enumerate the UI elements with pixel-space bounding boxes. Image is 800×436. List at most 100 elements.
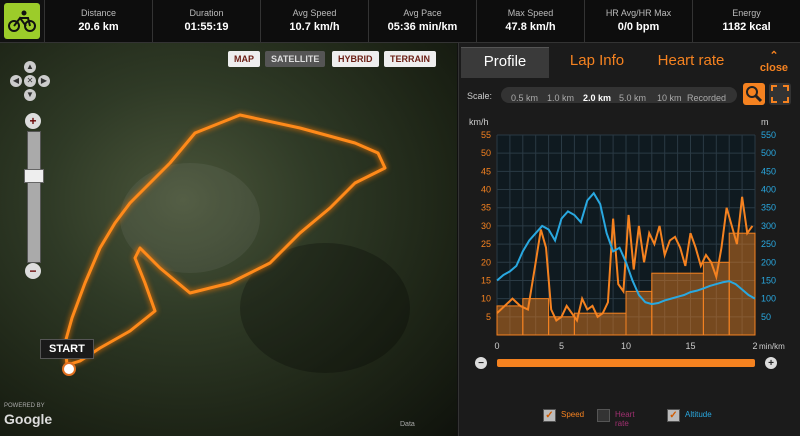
x-tick-label: 2 [752, 341, 757, 351]
legend-label: Heart rate [615, 410, 635, 428]
stat-value: 10.7 km/h [289, 21, 340, 33]
x-unit-label: min/km [759, 342, 785, 351]
cycling-icon [4, 3, 40, 39]
stat-label: Avg Speed [292, 8, 337, 18]
stat-value: 1182 kcal [722, 21, 771, 33]
y-right-tick-label: 550 [761, 130, 776, 140]
y-left-tick-label: 55 [481, 130, 491, 140]
profile-chart-svg: 5101520253035404550555010015020025030035… [469, 117, 785, 369]
speed-bar [548, 316, 575, 336]
zoom-chart-button[interactable] [743, 83, 765, 105]
y-left-tick-label: 30 [481, 221, 491, 231]
route-line [63, 113, 387, 367]
stat-avg-speed: Avg Speed 10.7 km/h [260, 0, 368, 42]
pan-control: ▲ ◀ ✕ ▶ ▼ [10, 61, 50, 101]
scale-option[interactable]: Recorded [687, 93, 726, 103]
activity-logo[interactable] [0, 0, 44, 42]
stat-value: 20.6 km [78, 21, 119, 33]
y-right-tick-label: 350 [761, 203, 776, 213]
y-right-axis-label: m [761, 117, 769, 127]
powered-by-text: POWERED BY [4, 403, 45, 409]
chevron-up-icon: ⌃ [769, 50, 779, 62]
speed-bar [651, 272, 704, 336]
stat-duration: Duration 01:55:19 [152, 0, 260, 42]
pan-down-icon[interactable]: ▼ [24, 89, 36, 101]
stat-heart-rate: HR Avg/HR Max 0/0 bpm [584, 0, 692, 42]
y-left-tick-label: 5 [486, 312, 491, 322]
maptype-terrain-button[interactable]: TERRAIN [384, 51, 436, 67]
maptype-satellite-button[interactable]: SATELLITE [265, 51, 326, 67]
scale-options: 0.5 km 1.0 km 2.0 km 5.0 km 10 km Record… [501, 87, 737, 103]
pan-left-icon[interactable]: ◀ [10, 75, 22, 87]
stat-label: Duration [189, 8, 224, 18]
tab-lap-info[interactable]: Lap Info [553, 47, 641, 77]
stat-energy: Energy 1182 kcal [692, 0, 800, 42]
route-overlay [63, 113, 387, 367]
close-button[interactable]: ⌃ close [749, 49, 799, 74]
zoom-out-button[interactable]: − [25, 263, 41, 279]
y-right-tick-label: 150 [761, 275, 776, 285]
stat-label: Max Speed [507, 8, 554, 18]
legend-label: Speed [561, 410, 585, 419]
start-marker[interactable] [62, 362, 76, 376]
y-right-tick-label: 100 [761, 294, 776, 304]
close-label: close [759, 62, 789, 74]
route-map[interactable]: MAP SATELLITE HYBRID TERRAIN ▲ ◀ ✕ ▶ ▼ +… [0, 43, 457, 436]
x-tick-label: 10 [621, 341, 631, 351]
stat-value: 0/0 bpm [617, 21, 660, 33]
stat-value: 05:36 min/km [387, 21, 458, 33]
y-left-tick-label: 10 [481, 294, 491, 304]
scale-option[interactable]: 5.0 km [619, 93, 646, 103]
zoom-slider-thumb[interactable] [24, 169, 44, 183]
scale-option[interactable]: 10 km [657, 93, 682, 103]
pan-up-icon[interactable]: ▲ [24, 61, 36, 73]
stat-max-speed: Max Speed 47.8 km/h [476, 0, 584, 42]
y-left-tick-label: 50 [481, 148, 491, 158]
scale-selector: Scale: 0.5 km 1.0 km 2.0 km 5.0 km 10 km… [459, 83, 800, 107]
stat-value: 47.8 km/h [505, 21, 556, 33]
speed-bar [522, 298, 550, 336]
y-left-tick-label: 25 [481, 239, 491, 249]
pan-right-icon[interactable]: ▶ [38, 75, 50, 87]
scale-option[interactable]: 0.5 km [511, 93, 538, 103]
y-right-tick-label: 450 [761, 166, 776, 176]
start-label: START [40, 339, 94, 359]
google-logo[interactable]: Google [4, 411, 52, 427]
profile-panel: Profile Lap Info Heart rate ⌃ close Scal… [458, 43, 800, 436]
range-minus-glyph: − [478, 358, 484, 369]
checkbox-altitude[interactable]: ✓ [667, 409, 680, 422]
stat-avg-pace: Avg Pace 05:36 min/km [368, 0, 476, 42]
y-left-tick-label: 35 [481, 203, 491, 213]
profile-chart[interactable]: 5 10 15 20 25 30 35 40 45 50 55 50 100 150 200 250 300 35… [463, 111, 797, 397]
y-right-tick-label: 300 [761, 221, 776, 231]
y-left-tick-label: 40 [481, 185, 491, 195]
x-tick-label: 5 [559, 341, 564, 351]
zoom-slider-track[interactable] [27, 131, 41, 263]
speed-bar [625, 290, 653, 336]
y-left-tick-label: 20 [481, 257, 491, 267]
expand-icon [771, 85, 789, 103]
y-left-tick-label: 45 [481, 166, 491, 176]
speed-bar [573, 312, 627, 336]
scale-option-selected[interactable]: 2.0 km [583, 93, 611, 103]
tab-profile[interactable]: Profile [461, 47, 549, 78]
zoom-in-button[interactable]: + [25, 113, 41, 129]
y-right-tick-label: 50 [761, 312, 771, 322]
stat-label: HR Avg/HR Max [605, 8, 672, 18]
magnifier-icon [746, 86, 763, 103]
y-left-axis-label: km/h [469, 117, 489, 127]
tab-heart-rate[interactable]: Heart rate [643, 47, 739, 77]
stat-label: Energy [732, 8, 761, 18]
maptype-hybrid-button[interactable]: HYBRID [332, 51, 379, 67]
maptype-map-button[interactable]: MAP [228, 51, 260, 67]
scale-option[interactable]: 1.0 km [547, 93, 574, 103]
fullscreen-button[interactable] [769, 83, 791, 105]
y-right-tick-label: 250 [761, 239, 776, 249]
stat-value: 01:55:19 [184, 21, 229, 33]
y-right-tick-label: 400 [761, 185, 776, 195]
checkbox-heart-rate[interactable] [597, 409, 610, 422]
x-tick-label: 15 [685, 341, 695, 351]
pan-center-icon[interactable]: ✕ [24, 75, 36, 87]
checkbox-speed[interactable]: ✓ [543, 409, 556, 422]
x-tick-label: 0 [494, 341, 499, 351]
